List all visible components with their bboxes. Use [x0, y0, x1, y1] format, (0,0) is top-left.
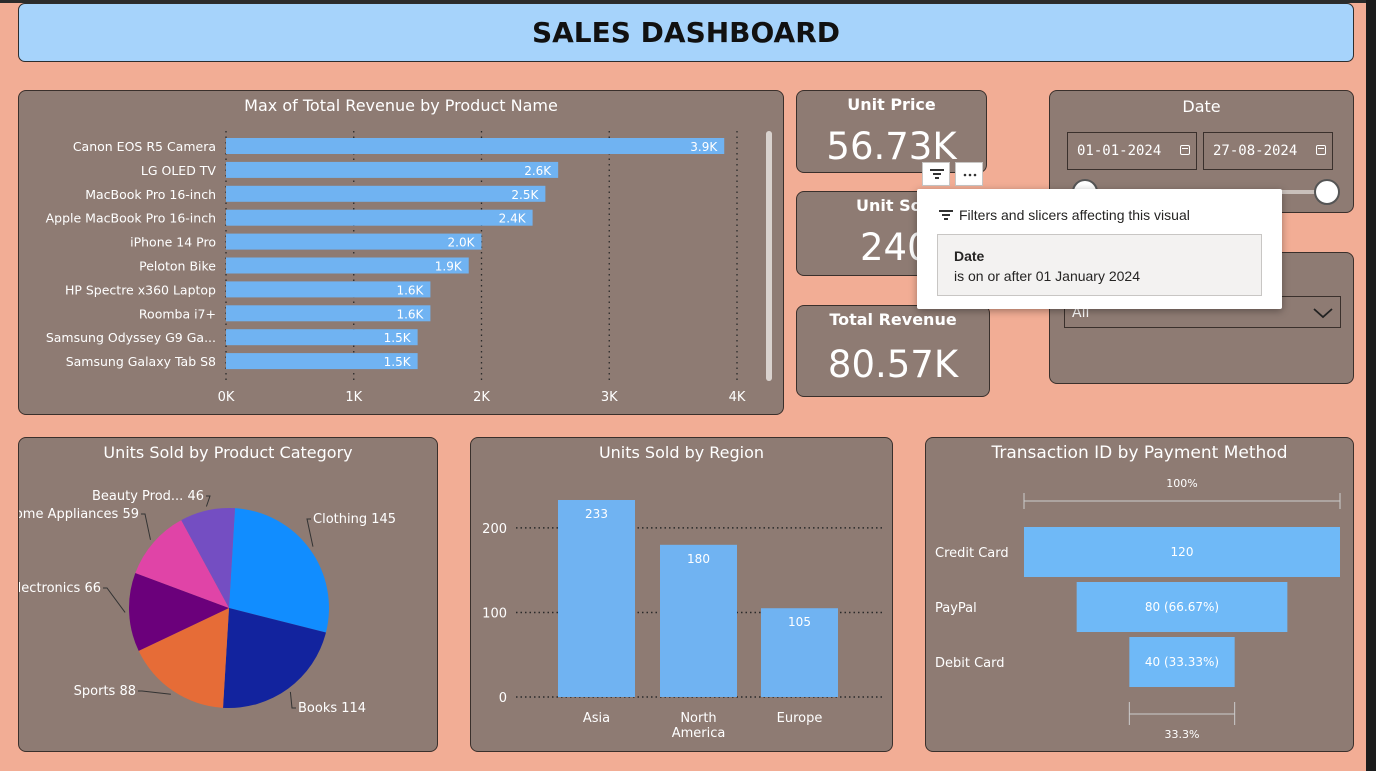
bottom-percent-label: 33.3% — [1165, 728, 1200, 741]
leader-line — [103, 587, 126, 613]
more-options-button[interactable] — [955, 162, 983, 186]
units-by-category-visual[interactable]: Units Sold by Product Category Clothing … — [18, 437, 438, 752]
kpi-label: Unit Price — [847, 95, 936, 114]
bar — [226, 161, 559, 178]
kpi-label: Total Revenue — [829, 310, 957, 329]
end-date-value: 27-08-2024 — [1213, 143, 1298, 159]
filter-condition: is on or after 01 January 2024 — [954, 268, 1141, 284]
revenue-by-product-visual[interactable]: Max of Total Revenue by Product Name 0K 1… — [18, 90, 784, 415]
kpi-value: 80.57K — [827, 343, 959, 386]
payment-method-visual[interactable]: Transaction ID by Payment Method 100% 120… — [925, 437, 1354, 752]
slice-label: Books 114 — [298, 701, 366, 716]
y-tick-label: 200 — [482, 522, 507, 537]
slice-label: Beauty Prod... 46 — [92, 489, 204, 504]
region-column-chart: 0 100 200 233 Asia 180 NorthAmerica 105 Europe — [482, 500, 883, 741]
page-title: SALES DASHBOARD — [531, 16, 841, 49]
bar — [226, 233, 482, 250]
category-label: Canon EOS R5 Camera — [73, 139, 216, 154]
filter-card: Date is on or after 01 January 2024 — [937, 234, 1262, 296]
tooltip-header: Filters and slicers affecting this visua… — [959, 207, 1190, 223]
units-by-region-visual[interactable]: Units Sold by Region 0 100 200 233 Asia 180 No… — [470, 437, 893, 752]
slice-label: Clothing 145 — [313, 512, 396, 527]
end-slider-handle[interactable] — [1314, 179, 1340, 205]
category-label: LG OLED TV — [141, 163, 217, 178]
category-label: Samsung Galaxy Tab S8 — [66, 354, 216, 369]
category-label: Peloton Bike — [139, 259, 216, 274]
data-label: 1.6K — [396, 283, 424, 297]
slice-label: Sports 88 — [74, 684, 136, 699]
scrollbar-track[interactable] — [766, 131, 772, 381]
leader-line — [141, 513, 151, 540]
x-tick-label: 3K — [601, 390, 618, 405]
leader-line — [289, 691, 296, 709]
bar — [226, 138, 725, 154]
more-options-icon — [963, 173, 977, 177]
data-label: 1.5K — [384, 355, 412, 369]
calendar-icon[interactable] — [1316, 145, 1326, 155]
category-label: Debit Card — [935, 656, 1005, 671]
x-category-label: America — [672, 726, 726, 741]
leader-line — [138, 690, 171, 695]
bar — [226, 209, 533, 226]
x-tick-label: 2K — [473, 390, 490, 405]
category-label: Samsung Odyssey G9 Ga... — [46, 330, 216, 345]
x-category-label: North — [680, 711, 716, 726]
data-label: 1.6K — [396, 307, 424, 321]
x-category-label: Asia — [583, 711, 610, 726]
filter-button[interactable] — [922, 162, 950, 186]
category-label: iPhone 14 Pro — [130, 235, 216, 250]
category-label: Roomba i7+ — [139, 306, 216, 321]
revenue-bar-chart: 0K 1K 2K 3K 4K Canon EOS R5 Camera 3.9K LG OLED… — [46, 131, 746, 405]
category-label: HP Spectre x360 Laptop — [65, 282, 216, 297]
bar — [226, 257, 469, 274]
calendar-icon[interactable] — [1180, 145, 1190, 155]
data-label: 233 — [585, 507, 608, 521]
data-label: 2.6K — [524, 164, 552, 178]
payment-funnel-chart: 100% 120 Credit Card 80 (66.67%) PayPal 40 (3… — [935, 477, 1341, 741]
slice-label: Electronics 66 — [19, 581, 101, 596]
y-tick-label: 100 — [482, 606, 507, 621]
filter-icon — [939, 210, 953, 220]
slicer-title: Date — [1182, 97, 1221, 116]
leader-line — [205, 495, 211, 507]
data-label: 40 (33.33%) — [1145, 655, 1219, 669]
top-percent-label: 100% — [1166, 477, 1197, 490]
x-tick-label: 1K — [345, 390, 362, 405]
category-label: MacBook Pro 16-inch — [85, 187, 216, 202]
data-label: 105 — [788, 615, 811, 629]
kpi-total-revenue-card: Total Revenue 80.57K — [796, 305, 990, 397]
data-label: 1.5K — [384, 331, 412, 345]
start-date-value: 01-01-2024 — [1077, 143, 1162, 159]
category-label: Apple MacBook Pro 16-inch — [46, 211, 216, 226]
x-tick-label: 4K — [729, 390, 746, 405]
data-label: 180 — [687, 552, 710, 566]
dashboard-header: SALES DASHBOARD — [18, 3, 1354, 62]
end-date-input[interactable]: 27-08-2024 — [1203, 132, 1333, 170]
window-right-border — [1366, 0, 1376, 771]
column-bar — [660, 544, 737, 697]
bar — [226, 185, 546, 202]
column-bar — [558, 500, 635, 697]
data-label: 120 — [1171, 545, 1194, 559]
filters-tooltip: Filters and slicers affecting this visua… — [917, 189, 1282, 309]
chevron-down-icon[interactable] — [1312, 306, 1334, 320]
y-tick-label: 0 — [499, 691, 507, 706]
kpi-unit-price-card: Unit Price 56.73K — [796, 90, 987, 173]
data-label: 1.9K — [435, 260, 463, 274]
data-label: 2.5K — [511, 188, 539, 202]
filter-icon — [930, 169, 944, 179]
scrollbar-thumb[interactable] — [766, 131, 772, 381]
data-label: 2.0K — [448, 236, 476, 250]
category-label: Credit Card — [935, 546, 1009, 561]
data-label: 2.4K — [499, 212, 527, 226]
data-label: 80 (66.67%) — [1145, 600, 1219, 614]
data-label: 3.9K — [690, 140, 718, 154]
x-tick-label: 0K — [218, 390, 235, 405]
category-label: PayPal — [935, 601, 977, 616]
slice-label: Home Appliances 59 — [19, 507, 139, 522]
x-category-label: Europe — [777, 711, 823, 726]
filter-field: Date — [954, 248, 985, 264]
start-date-input[interactable]: 01-01-2024 — [1067, 132, 1197, 170]
category-pie-chart: Clothing 145 Books 114 Sports 88 Electronic… — [19, 489, 396, 716]
